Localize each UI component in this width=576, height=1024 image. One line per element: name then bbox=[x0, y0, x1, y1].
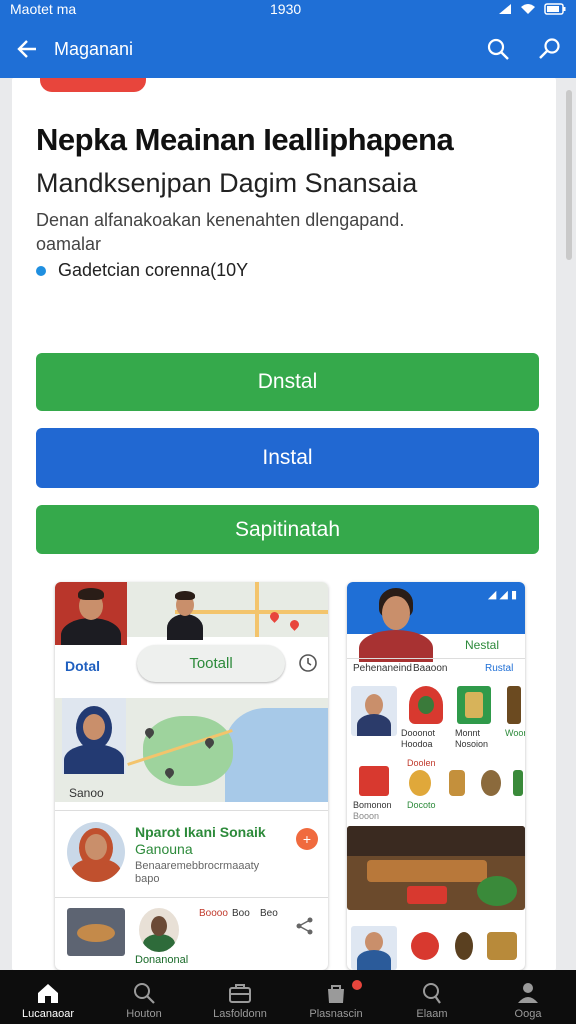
row-label-3: Beo bbox=[260, 908, 278, 919]
search-alt-button[interactable] bbox=[524, 20, 576, 78]
share-nodes-icon bbox=[295, 916, 315, 941]
nav-label: Plasnascin bbox=[309, 1008, 363, 1020]
bag-icon bbox=[328, 985, 344, 1003]
install-button[interactable]: Instal bbox=[36, 428, 539, 488]
status-carrier: Maotet ma bbox=[10, 1, 77, 17]
nav-label: Houton bbox=[126, 1008, 162, 1020]
nav-item-search[interactable]: Houton bbox=[96, 970, 192, 1024]
preview-person-small bbox=[163, 586, 207, 640]
app-bar: Maganani bbox=[0, 20, 576, 78]
person-icon bbox=[518, 983, 538, 1003]
search-icon bbox=[423, 983, 441, 1004]
page-description: Denan alfanakoakan kenenahten dlengapand… bbox=[36, 210, 405, 254]
tile-red-round bbox=[411, 932, 439, 960]
preview-right-person bbox=[353, 586, 439, 662]
contact-line: Benaaremebbrocrmaaaty bbox=[135, 860, 260, 872]
tile-hand bbox=[409, 770, 431, 796]
preview-market-photo bbox=[347, 826, 525, 910]
preview-screenshot-left[interactable]: Dotal Tootall Sanoo Nparot Ikani Sonaik … bbox=[55, 582, 328, 970]
preview-map-caption: Sanoo bbox=[69, 786, 104, 800]
bottom-navigation: Lucanaoar Houton Lasfoldonn Plasnascin E… bbox=[0, 970, 576, 1024]
primary-install-button[interactable]: Dnstal bbox=[36, 353, 539, 411]
tile-green-food bbox=[457, 686, 491, 724]
secondary-button[interactable]: Sapitinatah bbox=[36, 505, 539, 554]
row2-label: Doolen bbox=[407, 758, 436, 768]
page-subtitle: Mandksenjpan Dagim Snansaia bbox=[36, 168, 418, 198]
preview-person-hijab bbox=[62, 698, 126, 774]
contact-subtitle: Ganouna bbox=[135, 841, 193, 857]
battery-icon bbox=[544, 2, 566, 18]
signal-icon bbox=[498, 2, 512, 18]
row-bottom-label: Donanonal bbox=[135, 954, 189, 966]
preview-screenshot-right[interactable]: ◢ ◢ ▮ Nestal Pehenaneind Baaoon Rustal D… bbox=[347, 582, 525, 970]
contact-title: Nparot Ikani Sonaik bbox=[135, 824, 266, 840]
search-icon bbox=[487, 38, 509, 60]
add-contact-button[interactable]: + bbox=[296, 828, 318, 850]
tile-mug bbox=[481, 770, 501, 796]
search-button[interactable] bbox=[472, 20, 524, 78]
row2-item-1: Bomonon bbox=[353, 800, 392, 810]
scrollbar[interactable] bbox=[566, 90, 572, 260]
nav-item-search-alt[interactable]: Elaam bbox=[384, 970, 480, 1024]
tile-basket bbox=[487, 932, 517, 960]
row1-label-3: Woon bbox=[505, 728, 525, 738]
bullet-item: Gadetcian corenna(10Y bbox=[36, 260, 248, 281]
home-icon bbox=[38, 984, 58, 1003]
tile-partial bbox=[507, 686, 521, 724]
row1-label-1: Dooonot bbox=[401, 728, 436, 738]
preview-right-header-link[interactable]: Rustal bbox=[485, 663, 513, 674]
contact-line-2: bapo bbox=[135, 873, 160, 885]
row1b-label-1: Hoodoa bbox=[401, 739, 433, 749]
timer-icon bbox=[298, 653, 318, 678]
preview-person-photo bbox=[55, 582, 127, 645]
row-label-2: Boo bbox=[232, 908, 250, 919]
wifi-icon bbox=[520, 2, 536, 18]
preview-tab-label: Dotal bbox=[65, 658, 100, 674]
nav-label: Lasfoldonn bbox=[213, 1008, 267, 1020]
row2-item-2: Docoto bbox=[407, 800, 436, 810]
tile-person bbox=[351, 686, 397, 736]
nav-label: Lucanaoar bbox=[22, 1008, 74, 1020]
status-time: 1930 bbox=[270, 1, 302, 17]
tile-plant bbox=[513, 770, 523, 796]
app-bar-title: Maganani bbox=[54, 38, 134, 59]
briefcase-icon bbox=[229, 984, 251, 1003]
tile-person-2 bbox=[351, 926, 397, 970]
status-icons bbox=[498, 2, 566, 18]
tile-apple bbox=[409, 686, 443, 724]
tile-bottle bbox=[449, 770, 465, 796]
preview-right-header-right: Baaoon bbox=[413, 663, 448, 674]
nav-item-home[interactable]: Lucanaoar bbox=[0, 970, 96, 1024]
tile-red-box bbox=[359, 766, 389, 796]
tile-figure bbox=[455, 932, 473, 960]
search-alt-icon bbox=[539, 38, 560, 59]
preview-pill-button[interactable]: Tootall bbox=[137, 645, 285, 682]
row1-label-2: Monnt bbox=[455, 728, 481, 738]
nav-item-bag[interactable]: Plasnascin bbox=[288, 970, 384, 1024]
page-title: Nepka Meainan Iealliphapena bbox=[36, 122, 454, 157]
search-icon bbox=[134, 983, 155, 1004]
nav-item-briefcase[interactable]: Lasfoldonn bbox=[192, 970, 288, 1024]
nav-item-profile[interactable]: Ooga bbox=[480, 970, 576, 1024]
back-arrow-icon bbox=[17, 40, 36, 58]
bullet-dot-icon bbox=[36, 265, 46, 276]
red-tab-indicator bbox=[40, 78, 146, 92]
row-avatar bbox=[139, 908, 179, 952]
bullet-text: Gadetcian corenna(10Y bbox=[58, 260, 249, 280]
preview-right-header-left: Pehenaneind bbox=[353, 663, 412, 674]
preview-right-status-icons: ◢ ◢ ▮ bbox=[487, 589, 517, 601]
row1b-label-2: Nosoion bbox=[455, 739, 489, 749]
row-label-1: Boooo bbox=[199, 908, 228, 919]
notification-badge bbox=[352, 980, 362, 990]
preview-food-image bbox=[67, 908, 125, 956]
row2b-label: Booon bbox=[353, 811, 380, 821]
preview-right-tab: Nestal bbox=[465, 638, 500, 652]
status-bar: Maotet ma 1930 bbox=[0, 0, 576, 20]
nav-label: Ooga bbox=[514, 1008, 542, 1020]
back-button[interactable] bbox=[0, 20, 54, 78]
nav-label: Elaam bbox=[416, 1008, 448, 1020]
contact-avatar bbox=[67, 822, 125, 882]
